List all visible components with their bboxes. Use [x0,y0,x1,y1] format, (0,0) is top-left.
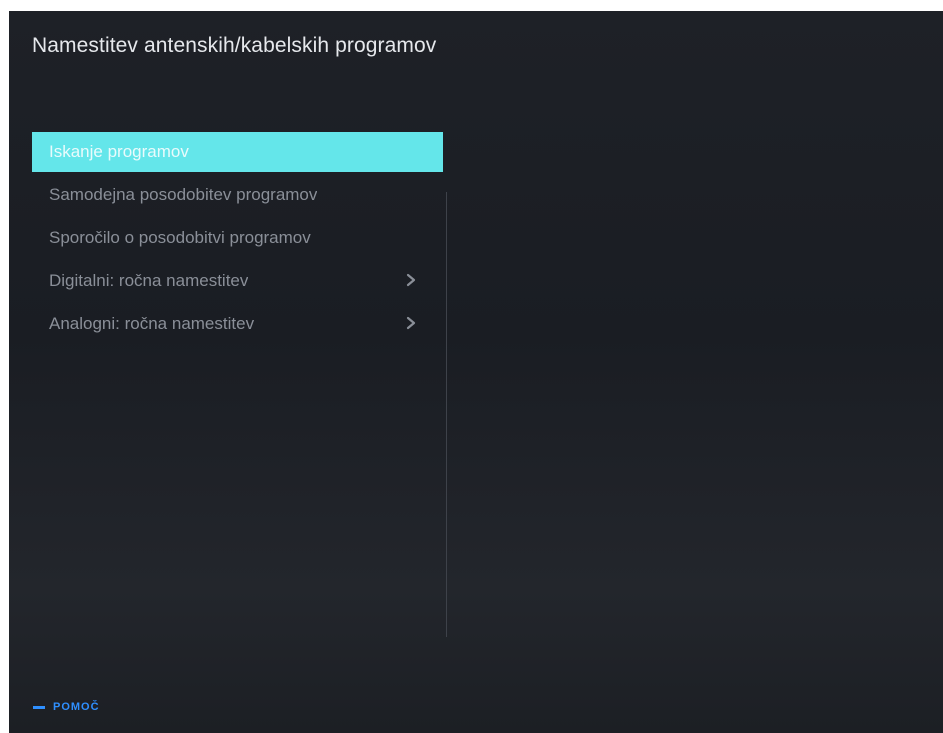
menu-item-channel-search[interactable]: Iskanje programov [32,132,443,172]
menu-item-label: Iskanje programov [49,142,189,161]
help-label: POMOČ [53,701,100,713]
settings-menu: Iskanje programov Samodejna posodobitev … [32,132,443,347]
help-button[interactable]: POMOČ [33,701,100,713]
menu-item-label: Samodejna posodobitev programov [49,185,318,204]
page-title: Namestitev antenskih/kabelskih programov [32,34,437,57]
menu-divider [446,192,447,637]
menu-item-label: Sporočilo o posodobitvi programov [49,228,311,247]
menu-item-label: Digitalni: ročna namestitev [49,271,249,290]
menu-item-label: Analogni: ročna namestitev [49,314,255,333]
minus-key-icon [33,705,45,709]
tv-settings-screen: Namestitev antenskih/kabelskih programov… [9,11,943,733]
menu-item-auto-channel-update[interactable]: Samodejna posodobitev programov [32,175,443,215]
menu-item-digital-manual-install[interactable]: Digitalni: ročna namestitev [32,261,443,301]
menu-item-channel-update-message[interactable]: Sporočilo o posodobitvi programov [32,218,443,258]
chevron-right-icon [406,273,416,287]
menu-item-analog-manual-install[interactable]: Analogni: ročna namestitev [32,304,443,344]
chevron-right-icon [406,316,416,330]
